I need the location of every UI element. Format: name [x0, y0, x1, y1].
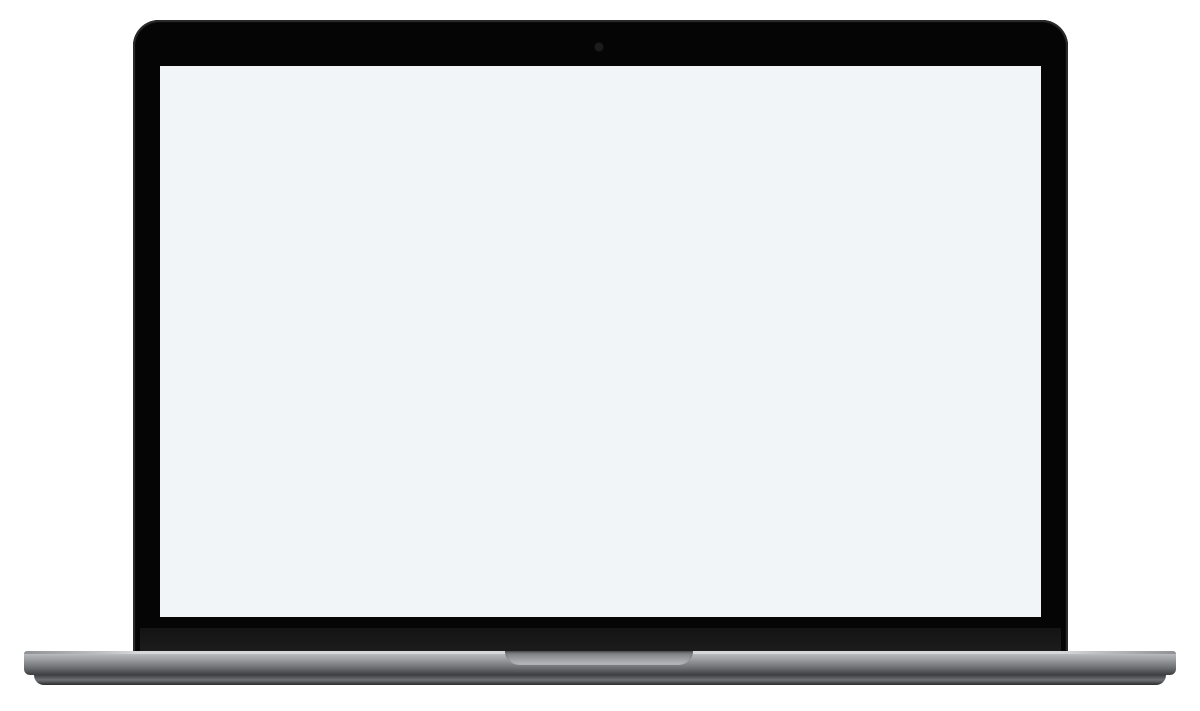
laptop-base-underside — [34, 675, 1166, 685]
trackpad-notch — [505, 651, 693, 665]
camera-icon — [595, 43, 603, 51]
bezel-chin — [140, 628, 1061, 652]
laptop-scene — [0, 0, 1200, 711]
laptop-screen — [160, 66, 1041, 617]
